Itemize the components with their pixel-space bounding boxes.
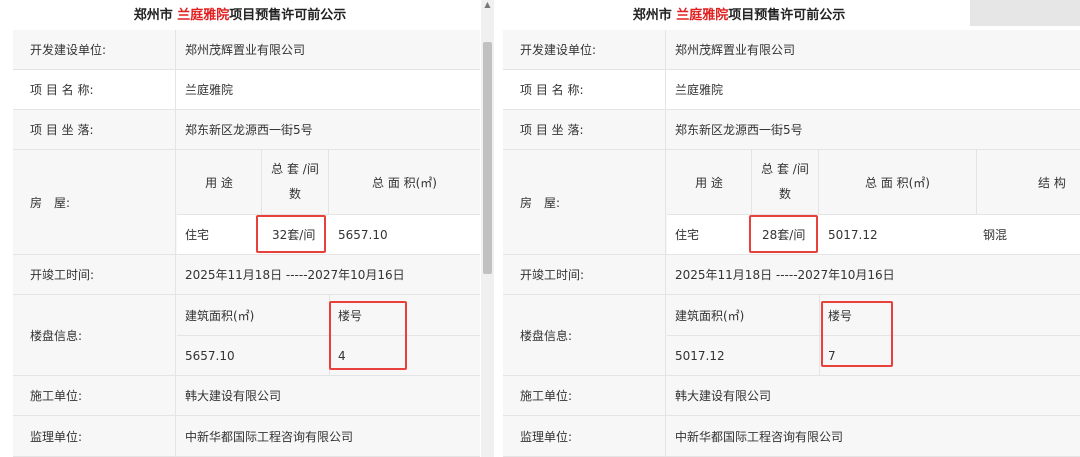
row-project-name: 项 目 名 称: 兰庭雅院 (503, 70, 1080, 110)
house-data-row: 住宅 32套/间 5657.10 (177, 215, 480, 254)
title-highlight: 兰庭雅院 (177, 8, 230, 23)
supervisor-value: 中新华都国际工程咨询有限公司 (675, 429, 844, 444)
contractor-label: 施工单位: (13, 376, 176, 415)
chevron-up-icon[interactable]: ▲ (483, 0, 492, 9)
developer-value: 郑州茂辉置业有限公司 (185, 43, 306, 57)
construction-time-value: 2025年11月18日 -----2027年10月16日 (185, 268, 405, 282)
construction-time-label: 开竣工时间: (503, 255, 666, 294)
contractor-value: 韩大建设有限公司 (675, 389, 772, 403)
supervisor-value: 中新华都国际工程咨询有限公司 (185, 429, 354, 444)
location-value: 郑东新区龙源西一街5号 (675, 123, 803, 137)
row-building-info: 楼盘信息: 建筑面积(㎡) 楼号 5017.12 7 (503, 295, 1080, 376)
location-value: 郑东新区龙源西一街5号 (185, 123, 313, 137)
house-usage: 住宅 (185, 228, 210, 242)
building-label: 楼盘信息: (503, 295, 666, 375)
house-header-area: 总 面 积(㎡) (372, 175, 437, 190)
house-usage: 住宅 (675, 228, 700, 242)
supervisor-label: 监理单位: (13, 416, 176, 456)
house-header-area: 总 面 积(㎡) (865, 175, 930, 190)
row-house: 房 屋: 用 途 总 套 /间 数 总 面 积(㎡) 住宅 32套/间 5657… (13, 150, 480, 255)
annotation-box-building-no (329, 301, 407, 370)
house-area: 5017.12 (828, 227, 878, 242)
annotation-box-building-no (821, 301, 893, 367)
house-header-structure: 结 构 (1038, 175, 1066, 190)
project-name-value: 兰庭雅院 (675, 83, 724, 97)
scrollbar[interactable]: ▲ (481, 0, 494, 457)
row-location: 项 目 坐 落: 郑东新区龙源西一街5号 (503, 110, 1080, 150)
location-label: 项 目 坐 落: (503, 110, 666, 149)
row-supervisor: 监理单位: 中新华都国际工程咨询有限公司 (13, 416, 480, 457)
right-panel: 郑州市 兰庭雅院项目预售许可前公示 开发建设单位: 郑州茂辉置业有限公司 项 目… (494, 0, 1080, 457)
contractor-value: 韩大建设有限公司 (185, 389, 282, 403)
developer-value: 郑州茂辉置业有限公司 (675, 43, 796, 57)
title-highlight: 兰庭雅院 (676, 8, 729, 23)
house-header-usage: 用 途 (695, 175, 723, 190)
house-label: 房 屋: (503, 150, 666, 254)
row-location: 项 目 坐 落: 郑东新区龙源西一街5号 (13, 110, 480, 150)
developer-label: 开发建设单位: (13, 30, 176, 69)
building-label: 楼盘信息: (13, 295, 176, 375)
building-area-value: 5017.12 (675, 348, 725, 363)
row-contractor: 施工单位: 韩大建设有限公司 (13, 376, 480, 416)
row-developer: 开发建设单位: 郑州茂辉置业有限公司 (503, 30, 1080, 70)
location-label: 项 目 坐 落: (13, 110, 176, 149)
house-data-row: 住宅 28套/间 5017.12 钢混 (667, 215, 1080, 254)
building-area-header: 建筑面积(㎡) (675, 308, 745, 323)
project-name-value: 兰庭雅院 (185, 83, 234, 97)
header-gray-block (970, 0, 1080, 26)
row-contractor: 施工单位: 韩大建设有限公司 (503, 376, 1080, 416)
developer-label: 开发建设单位: (503, 30, 666, 69)
left-panel: 郑州市 兰庭雅院项目预售许可前公示 开发建设单位: 郑州茂辉置业有限公司 项 目… (0, 0, 494, 457)
project-name-label: 项 目 名 称: (503, 70, 666, 109)
house-header-units: 总 套 /间 数 (761, 162, 809, 201)
contractor-label: 施工单位: (503, 376, 666, 415)
scroll-thumb[interactable] (483, 42, 492, 274)
page-title: 郑州市 兰庭雅院项目预售许可前公示 (632, 8, 846, 23)
house-structure: 钢混 (983, 228, 1008, 242)
annotation-box-units (256, 215, 326, 253)
supervisor-label: 监理单位: (503, 416, 666, 456)
house-label: 房 屋: (13, 150, 176, 254)
row-construction-time: 开竣工时间: 2025年11月18日 -----2027年10月16日 (503, 255, 1080, 295)
row-developer: 开发建设单位: 郑州茂辉置业有限公司 (13, 30, 480, 70)
project-name-label: 项 目 名 称: (13, 70, 176, 109)
house-header-usage: 用 途 (205, 175, 233, 190)
building-area-header: 建筑面积(㎡) (185, 308, 255, 323)
page-title: 郑州市 兰庭雅院项目预售许可前公示 (133, 8, 347, 23)
row-project-name: 项 目 名 称: 兰庭雅院 (13, 70, 480, 110)
building-area-value: 5657.10 (185, 348, 235, 363)
row-building-info: 楼盘信息: 建筑面积(㎡) 楼号 5657.10 4 (13, 295, 480, 376)
row-construction-time: 开竣工时间: 2025年11月18日 -----2027年10月16日 (13, 255, 480, 295)
annotation-box-units (749, 215, 818, 253)
house-area: 5657.10 (338, 227, 388, 242)
construction-time-value: 2025年11月18日 -----2027年10月16日 (675, 268, 895, 282)
construction-time-label: 开竣工时间: (13, 255, 176, 294)
house-header-units: 总 套 /间 数 (271, 162, 319, 201)
row-supervisor: 监理单位: 中新华都国际工程咨询有限公司 (503, 416, 1080, 457)
